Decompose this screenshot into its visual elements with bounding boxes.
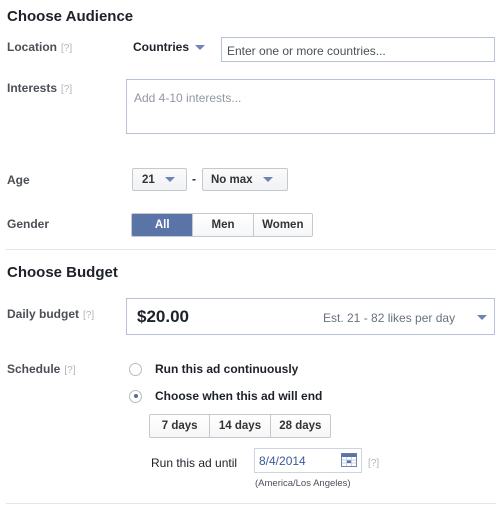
- location-input[interactable]: Enter one or more countries...: [221, 37, 495, 62]
- end-date-label: Run this ad until: [151, 456, 238, 470]
- schedule-help-icon[interactable]: [?]: [64, 365, 75, 376]
- daily-budget-help-icon[interactable]: [?]: [83, 310, 94, 321]
- daily-budget-estimate: Est. 21 - 82 likes per day: [323, 311, 456, 325]
- section-divider: [6, 249, 496, 250]
- chevron-down-icon: [195, 45, 206, 51]
- age-min-dropdown[interactable]: 21: [132, 168, 187, 191]
- chevron-down-icon: [164, 177, 175, 182]
- age-max-dropdown[interactable]: No max: [202, 168, 288, 191]
- interests-placeholder: Add 4-10 interests...: [134, 91, 242, 105]
- radio-selected[interactable]: [129, 389, 142, 403]
- duration-14-days[interactable]: 14 days: [209, 415, 270, 437]
- end-date-value: 8/4/2014: [259, 454, 306, 468]
- chevron-down-icon[interactable]: [477, 315, 487, 320]
- daily-budget-label-text: Daily budget: [7, 307, 80, 321]
- chevron-down-icon: [262, 177, 273, 182]
- section-title-budget: Choose Budget: [7, 264, 118, 281]
- interests-label: Interests [?]: [7, 81, 72, 95]
- location-placeholder: Enter one or more countries...: [227, 44, 386, 58]
- gender-label: Gender: [7, 217, 50, 231]
- interests-help-icon[interactable]: [?]: [61, 84, 72, 95]
- end-date-help-icon[interactable]: [?]: [368, 458, 379, 469]
- daily-budget-value: $20.00: [137, 307, 189, 326]
- age-separator: -: [192, 172, 196, 186]
- interests-input[interactable]: Add 4-10 interests...: [126, 79, 495, 134]
- radio-unselected[interactable]: [129, 362, 142, 376]
- section-divider: [6, 503, 496, 504]
- section-title-audience: Choose Audience: [7, 8, 134, 25]
- timezone-label: (America/Los Angeles): [255, 478, 351, 489]
- schedule-option-label: Run this ad continuously: [155, 362, 299, 376]
- end-date-input[interactable]: 8/4/2014: [254, 448, 362, 473]
- location-label-text: Location: [7, 40, 57, 54]
- gender-option-men[interactable]: Men: [192, 214, 253, 236]
- age-max-value: No max: [211, 173, 253, 186]
- schedule-option-label: Choose when this ad will end: [155, 389, 323, 403]
- duration-28-days[interactable]: 28 days: [269, 415, 330, 437]
- calendar-icon[interactable]: [341, 453, 357, 467]
- gender-option-all[interactable]: All: [132, 214, 193, 236]
- duration-7-days[interactable]: 7 days: [150, 415, 210, 437]
- age-label: Age: [7, 173, 30, 187]
- duration-toggle: 7 days 14 days 28 days: [149, 414, 331, 438]
- location-label: Location [?]: [7, 40, 72, 54]
- gender-option-women[interactable]: Women: [252, 214, 312, 236]
- gender-toggle: All Men Women: [131, 213, 313, 237]
- location-mode-label: Countries: [133, 40, 190, 54]
- daily-budget-label: Daily budget [?]: [7, 307, 94, 321]
- schedule-label-text: Schedule: [7, 362, 61, 376]
- schedule-option-end-date[interactable]: Choose when this ad will end: [129, 389, 322, 403]
- interests-label-text: Interests: [7, 81, 58, 95]
- daily-budget-input[interactable]: $20.00 Est. 21 - 82 likes per day: [126, 298, 495, 335]
- location-help-icon[interactable]: [?]: [61, 43, 72, 54]
- age-min-value: 21: [142, 173, 155, 186]
- location-mode-dropdown[interactable]: Countries: [133, 40, 206, 54]
- schedule-label: Schedule [?]: [7, 362, 75, 376]
- schedule-option-continuous[interactable]: Run this ad continuously: [129, 362, 298, 376]
